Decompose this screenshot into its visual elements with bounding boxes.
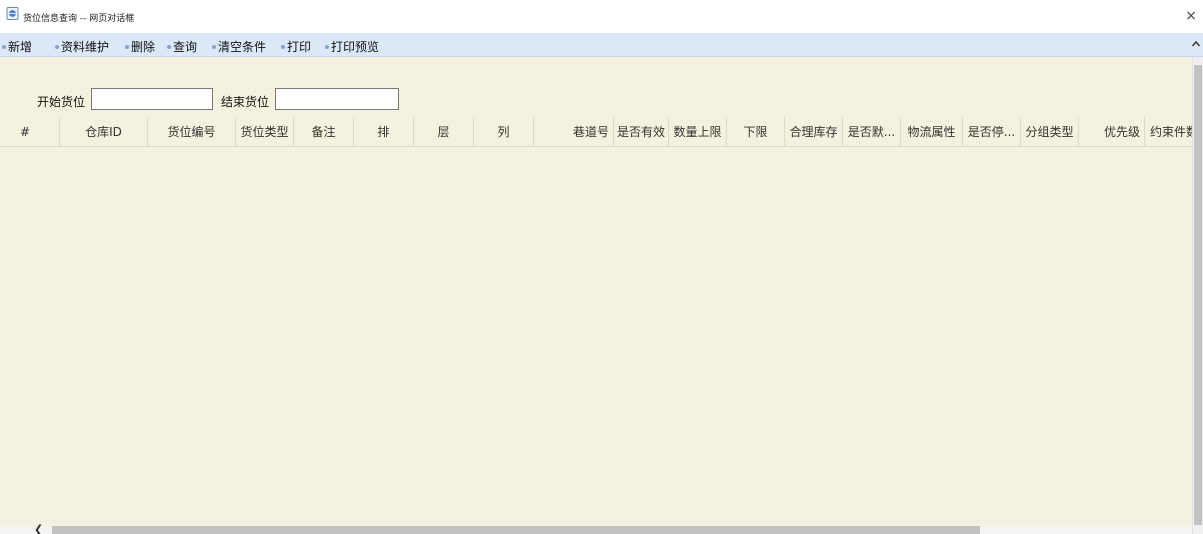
start-location-input[interactable] [91, 88, 213, 110]
column-header[interactable]: 是否停... [963, 117, 1021, 147]
scroll-left-icon[interactable]: ❮ [34, 523, 43, 534]
column-header[interactable]: 合理库存 [785, 117, 843, 147]
print-button[interactable]: 打印 [281, 38, 311, 55]
title-bar: 货位信息查询 -- 网页对话框 × [0, 0, 1203, 33]
end-location-label: 结束货位 [221, 95, 270, 109]
column-header[interactable]: 巷道号 [534, 117, 614, 147]
column-header[interactable]: # [0, 117, 60, 147]
column-header[interactable]: 备注 [294, 117, 354, 147]
column-header[interactable]: 货位编号 [148, 117, 236, 147]
delete-button[interactable]: 删除 [125, 38, 155, 55]
table-header: # 仓库ID 货位编号 货位类型 备注 排 层 列 巷道号 是否有效 数量上限 … [0, 117, 1192, 147]
start-location-label: 开始货位 [37, 95, 86, 109]
query-button[interactable]: 查询 [167, 38, 197, 55]
ie-page-icon [6, 7, 19, 20]
column-header[interactable]: 排 [354, 117, 414, 147]
column-header[interactable]: 货位类型 [236, 117, 294, 147]
column-header[interactable]: 仓库ID [60, 117, 148, 147]
filter-area: 开始货位 结束货位 [0, 57, 1192, 117]
scroll-up-icon[interactable] [1191, 38, 1201, 50]
bullet-icon [325, 45, 329, 49]
horizontal-scrollbar[interactable]: ❮ [0, 523, 1192, 534]
add-button[interactable]: 新增 [2, 38, 32, 55]
bullet-icon [212, 45, 216, 49]
column-header[interactable]: 约束件数 [1145, 117, 1192, 147]
toolbar: 新增 资料维护 删除 查询 清空条件 打印 打印预览 [0, 33, 1203, 57]
window-title: 货位信息查询 -- 网页对话框 [23, 14, 135, 24]
column-header[interactable]: 优先级 [1079, 117, 1145, 147]
column-header[interactable]: 分组类型 [1021, 117, 1079, 147]
main-panel: 开始货位 结束货位 # 仓库ID 货位编号 货位类型 备注 排 层 列 巷道号 … [0, 57, 1192, 526]
column-header[interactable]: 列 [474, 117, 534, 147]
bullet-icon [55, 45, 59, 49]
bullet-icon [281, 45, 285, 49]
bullet-icon [2, 45, 6, 49]
vertical-scrollbar-thumb[interactable] [1194, 65, 1202, 525]
column-header[interactable]: 层 [414, 117, 474, 147]
horizontal-scrollbar-thumb[interactable] [52, 526, 980, 534]
vertical-scrollbar[interactable] [1192, 57, 1203, 534]
column-header[interactable]: 数量上限 [669, 117, 727, 147]
bullet-icon [167, 45, 171, 49]
column-header[interactable]: 是否默... [843, 117, 901, 147]
print-preview-button[interactable]: 打印预览 [325, 38, 379, 55]
column-header[interactable]: 是否有效 [614, 117, 669, 147]
close-icon[interactable]: × [1185, 8, 1197, 24]
column-header[interactable]: 物流属性 [901, 117, 963, 147]
maintain-data-button[interactable]: 资料维护 [55, 38, 109, 55]
end-location-input[interactable] [275, 88, 399, 110]
column-header[interactable]: 下限 [727, 117, 785, 147]
bullet-icon [125, 45, 129, 49]
clear-conditions-button[interactable]: 清空条件 [212, 38, 266, 55]
